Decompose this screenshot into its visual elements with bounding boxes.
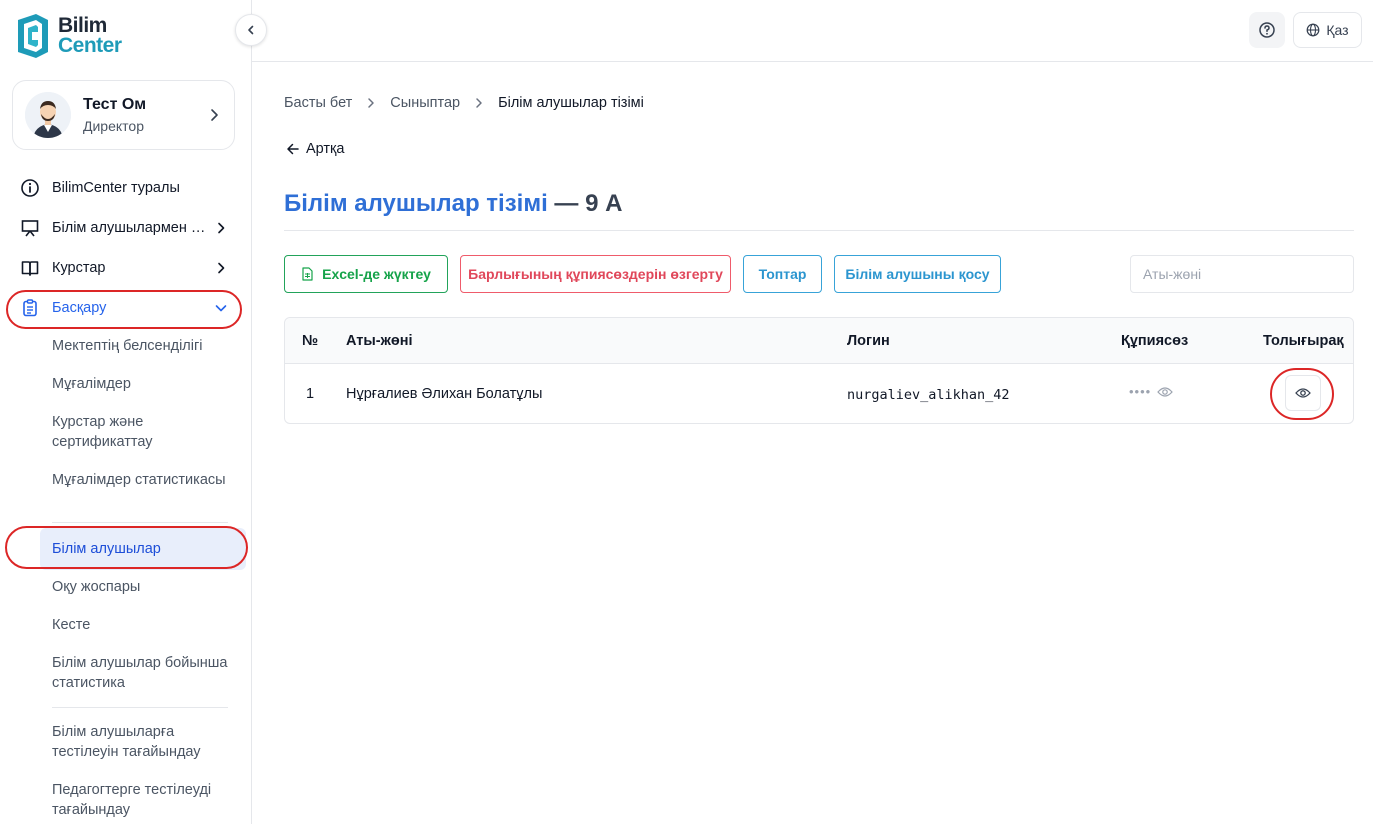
presentation-icon [21,220,39,237]
globe-icon [1306,23,1320,37]
sub-item-study-plan[interactable]: Оқу жоспары [52,577,232,597]
clipboard-icon [23,299,37,317]
nav-item-courses[interactable]: Курстар [20,254,228,282]
student-name: Нұрғалиев Әлихан Болатұлы [346,386,543,402]
chevron-right-icon [218,222,225,234]
chevron-right-icon [211,109,218,121]
chevron-right-icon [218,262,225,274]
groups-button[interactable]: Топтар [743,255,822,293]
nav-item-about[interactable]: BilimCenter туралы [20,174,228,202]
chevron-down-icon [215,305,227,312]
change-all-passwords-button[interactable]: Барлығының құпиясөздерін өзгерту [460,255,731,293]
page-title-main: Білім алушылар тізімі [284,190,548,217]
nav-item-manage-label: Басқару [52,300,107,316]
avatar [25,92,71,138]
sub-item-assign-student-tests[interactable]: Білім алушыларға тестілеуін тағайындау [52,722,232,762]
column-header-name: Аты-жөні [346,333,413,349]
search-input[interactable] [1130,255,1354,293]
password-toggle[interactable]: •••• [1129,384,1174,399]
breadcrumb: Басты бет Сыныптар Білім алушылар тізімі [284,95,644,111]
eye-icon [1157,386,1174,397]
sub-item-student-statistics[interactable]: Білім алушылар бойынша статистика [52,653,232,693]
chevron-left-icon [248,25,254,35]
profile-name: Тест Ом [83,96,147,113]
sub-item-teacher-statistics[interactable]: Мұғалімдер статистикасы [52,470,232,490]
column-header-num: № [302,333,319,349]
arrow-left-icon [287,143,299,155]
page-title: Білім алушылар тізімі — 9 А [284,190,622,218]
profile-card[interactable]: Тест Ом Директор [12,80,235,150]
sidebar: Bilim Center Тест Ом Директор BilimCente… [0,0,252,824]
column-header-details: Толығырақ [1263,333,1344,349]
profile-role: Директор [83,118,144,134]
file-spreadsheet-icon [302,267,313,281]
back-label: Артқа [306,141,345,157]
collapse-sidebar-button[interactable] [235,14,267,46]
sub-item-schedule[interactable]: Кесте [52,615,232,635]
table-header: № Аты-жөні Логин Құпиясөз Толығырақ [285,318,1353,364]
language-switcher[interactable]: Қаз [1293,12,1362,48]
row-number: 1 [306,386,315,402]
divider [52,522,228,523]
eye-icon [1295,388,1311,398]
back-link[interactable]: Артқа [286,141,344,157]
nav-item-students[interactable]: Білім алушылармен жұмыс [20,214,228,242]
sub-item-assign-teacher-tests[interactable]: Педагогтерге тестілеуді тағайындау [52,780,232,820]
language-label: Қаз [1326,22,1349,38]
nav-item-manage[interactable]: Басқару [20,294,228,322]
logo-text-center: Center [58,34,122,57]
chevron-right-icon [368,98,375,108]
divider [52,707,228,708]
sub-item-teachers[interactable]: Мұғалімдер [52,374,232,394]
info-icon [21,179,39,197]
sub-item-students[interactable]: Білім алушылар [40,528,246,570]
view-details-button[interactable] [1285,375,1321,411]
nav-item-students-label: Білім алушылармен жұмыс [52,220,214,236]
breadcrumb-home[interactable]: Басты бет [284,95,352,111]
question-circle-icon [1259,22,1275,38]
help-button[interactable] [1249,12,1285,48]
students-table: № Аты-жөні Логин Құпиясөз Толығырақ 1 Нұ… [284,317,1354,424]
logo-mark-icon [18,14,48,58]
sub-item-courses-certification[interactable]: Курстар және сертификаттау [52,412,232,452]
breadcrumb-current: Білім алушылар тізімі [498,95,644,111]
nav-item-courses-label: Курстар [52,260,106,276]
page-title-class: — 9 А [554,190,623,217]
app-root: Bilim Center Тест Ом Директор BilimCente… [0,0,1373,824]
column-header-login: Логин [847,333,890,349]
password-mask: •••• [1129,384,1152,399]
add-student-button[interactable]: Білім алушыны қосу [834,255,1001,293]
export-excel-label: Excel-де жүктеу [322,266,431,282]
chevron-right-icon [476,98,482,108]
book-open-icon [21,261,39,276]
column-header-password: Құпиясөз [1121,333,1189,349]
nav-item-about-label: BilimCenter туралы [52,180,180,196]
breadcrumb-classes[interactable]: Сыныптар [390,95,460,111]
logo-text-bilim: Bilim [58,14,107,37]
student-login: nurgaliev_alikhan_42 [847,387,1010,403]
logo[interactable]: Bilim Center [14,12,122,60]
export-excel-button[interactable]: Excel-де жүктеу [284,255,448,293]
title-divider [284,230,1354,231]
topbar: Қаз [252,0,1373,62]
sub-item-school-activity[interactable]: Мектептің белсенділігі [52,336,232,356]
